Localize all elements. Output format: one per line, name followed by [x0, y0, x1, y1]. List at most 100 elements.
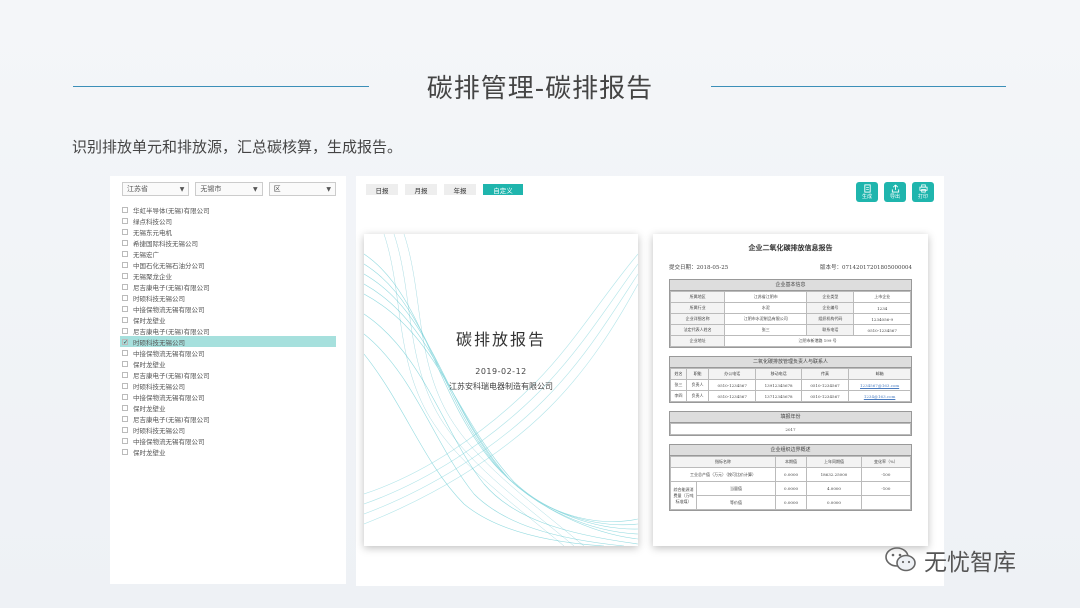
city-select[interactable]: 无锡市 ▼	[195, 182, 263, 196]
table-cell: 0.0000	[806, 495, 862, 510]
province-value: 江苏省	[127, 185, 148, 193]
export-label: 导出	[889, 194, 900, 200]
checkbox[interactable]	[122, 448, 128, 455]
column-header: 移动电话	[755, 368, 802, 380]
table-cell: 组织机构代码	[806, 313, 855, 325]
table-cell: 工业总产值（万元）（按可比价计算）	[670, 467, 776, 482]
report-actions: 生成 导出 打印	[856, 182, 934, 202]
table-cell: 企业地址	[669, 335, 726, 347]
checkbox[interactable]	[122, 437, 128, 444]
table-cell: 0510-1234567	[800, 390, 850, 402]
company-list-item[interactable]: 中接保物流无锡有限公司	[120, 347, 336, 358]
company-list-item[interactable]: 希捷国际科技无锡公司	[120, 237, 336, 248]
checkbox[interactable]	[122, 415, 128, 422]
watermark-text: 无忧智库	[924, 550, 1016, 576]
checkbox[interactable]	[122, 360, 128, 367]
checkbox[interactable]	[122, 294, 128, 301]
contacts-section: 二氧化碳排放管理负责人与联系人 姓名 职能 办公电话 移动电话 传真 邮箱 张三 负责人 051…	[669, 356, 912, 403]
company-list-item[interactable]: 保时龙壁业	[120, 314, 336, 325]
tab-custom[interactable]: 自定义	[483, 184, 523, 195]
company-list-item[interactable]: 时硕科技无锡公司	[120, 292, 336, 303]
report-panel: 日报 月报 年报 自定义 生成 导出 打印 碳排放报告 2019-02-12 江…	[356, 176, 944, 586]
table-cell: 上年同期值	[806, 456, 862, 468]
company-list-item[interactable]: 中国石化无锡石油分公司	[120, 259, 336, 270]
email-link[interactable]: 1234@163.com	[848, 390, 911, 402]
district-select[interactable]: 区 ▼	[268, 182, 336, 196]
province-select[interactable]: 江苏省 ▼	[122, 182, 190, 196]
checkbox[interactable]	[122, 426, 128, 433]
company-list-item[interactable]: 保时龙壁业	[120, 402, 336, 413]
checkbox[interactable]	[122, 327, 128, 334]
company-list-item[interactable]: 无锡聚龙企业	[120, 270, 336, 281]
report-meta: 提交日期：2018-05-25 版本号：07142017201805000004	[669, 263, 912, 271]
company-list-item[interactable]: 无锡东元电机	[120, 226, 336, 237]
profile-section: 企业组织边界概述 指标名称 本期值 上年同期值 变化率（%） 工业总产值（万元）…	[669, 444, 912, 511]
table-cell: -100	[860, 481, 912, 496]
checkbox[interactable]	[122, 250, 128, 257]
company-list-item[interactable]: 中接保物流无锡有限公司	[120, 303, 336, 314]
checkbox[interactable]	[122, 404, 128, 411]
period-tabs: 日报 月报 年报 自定义	[366, 184, 523, 195]
upload-icon	[891, 184, 899, 193]
company-list-item[interactable]: 尼吉康电子(无锡)有限公司	[120, 413, 336, 424]
tab-monthly[interactable]: 月报	[405, 184, 437, 195]
company-name: 中国石化无锡石油分公司	[133, 261, 205, 270]
report-cover[interactable]: 碳排放报告 2019-02-12 江苏安科瑞电器制造有限公司	[364, 234, 638, 546]
company-list-item[interactable]: 中接保物流无锡有限公司	[120, 391, 336, 402]
checkbox[interactable]: ✓	[122, 338, 128, 345]
company-name: 保时龙壁业	[133, 316, 166, 325]
company-list-item[interactable]: 尼吉康电子(无锡)有限公司	[120, 369, 336, 380]
company-name: 时硕科技无锡公司	[133, 426, 185, 435]
table-cell: 0.0000	[774, 495, 808, 510]
print-button[interactable]: 打印	[912, 182, 934, 202]
table-cell: 0510-1234567	[708, 390, 757, 402]
print-label: 打印	[917, 194, 928, 200]
company-list-item[interactable]: 保时龙壁业	[120, 446, 336, 457]
checkbox[interactable]	[122, 349, 128, 356]
table-header-row: 姓名 职能 办公电话 移动电话 传真 邮箱	[669, 368, 911, 380]
checkbox[interactable]	[122, 283, 128, 290]
checkbox[interactable]	[122, 261, 128, 268]
checkbox[interactable]	[122, 272, 128, 279]
generate-button[interactable]: 生成	[856, 182, 878, 202]
checkbox[interactable]	[122, 239, 128, 246]
company-name: 中接保物流无锡有限公司	[133, 305, 205, 314]
report-document[interactable]: 企业二氧化碳排放信息报告 提交日期：2018-05-25 版本号：0714201…	[653, 234, 928, 546]
email-link[interactable]: 1234567@163.com	[848, 379, 911, 391]
company-name: 时硕科技无锡公司	[133, 338, 185, 347]
company-list-item[interactable]: ✓ 时硕科技无锡公司	[120, 336, 336, 347]
checkbox[interactable]	[122, 206, 128, 213]
checkbox[interactable]	[122, 393, 128, 400]
chevron-down-icon: ▼	[326, 185, 331, 193]
tab-yearly[interactable]: 年报	[444, 184, 476, 195]
column-header: 办公电话	[708, 368, 757, 380]
company-list-item[interactable]: 时硕科技无锡公司	[120, 424, 336, 435]
table-cell: 联系电话	[806, 324, 855, 336]
company-list-item[interactable]: 中接保物流无锡有限公司	[120, 435, 336, 446]
company-list-item[interactable]: 尼吉康电子(无锡)有限公司	[120, 281, 336, 292]
checkbox[interactable]	[122, 371, 128, 378]
column-header: 姓名	[669, 368, 688, 380]
checkbox[interactable]	[122, 382, 128, 389]
company-name: 保时龙壁业	[133, 360, 166, 369]
checkbox[interactable]	[122, 228, 128, 235]
company-name: 尼吉康电子(无锡)有限公司	[133, 283, 210, 292]
checkbox[interactable]	[122, 316, 128, 323]
export-button[interactable]: 导出	[884, 182, 906, 202]
table-cell: 负责人	[686, 379, 710, 391]
checkbox[interactable]	[122, 217, 128, 224]
company-list-item[interactable]: 绿点科技公司	[120, 215, 336, 226]
company-list-item[interactable]: 华虹半导体(无锡)有限公司	[120, 204, 336, 215]
company-list-item[interactable]: 无锡宏广	[120, 248, 336, 259]
company-name: 尼吉康电子(无锡)有限公司	[133, 415, 210, 424]
company-list-item[interactable]: 尼吉康电子(无锡)有限公司	[120, 325, 336, 336]
section-header: 企业基本信息	[670, 280, 911, 291]
table-cell: 等价值	[696, 495, 776, 510]
company-name: 绿点科技公司	[133, 217, 172, 226]
checkbox[interactable]	[122, 305, 128, 312]
table-cell: 18632.25000	[806, 467, 862, 482]
tab-daily[interactable]: 日报	[366, 184, 398, 195]
company-list-item[interactable]: 时硕科技无锡公司	[120, 380, 336, 391]
section-header: 二氧化碳排放管理负责人与联系人	[670, 357, 911, 368]
company-list-item[interactable]: 保时龙壁业	[120, 358, 336, 369]
